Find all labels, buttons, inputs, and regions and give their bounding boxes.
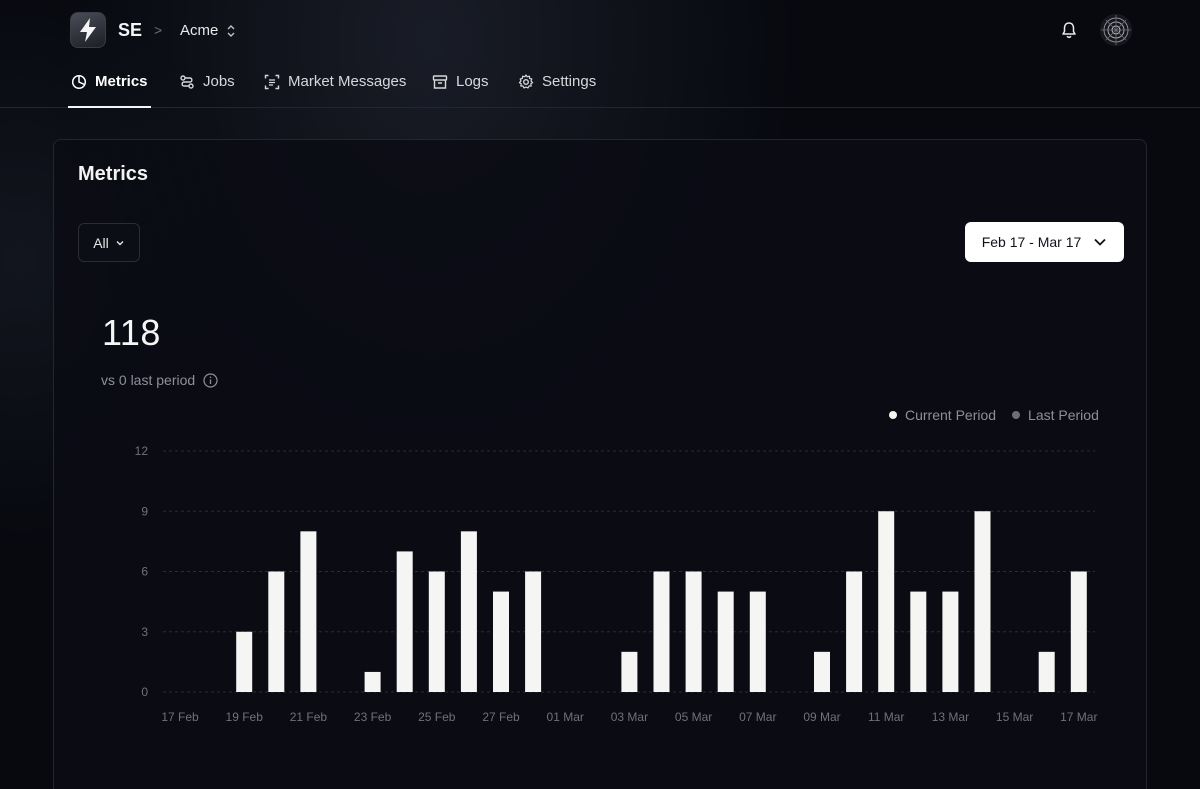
bar-current: [717, 591, 734, 692]
x-tick-label: 03 Mar: [611, 710, 648, 724]
y-tick-label: 12: [135, 444, 149, 458]
bar-current: [428, 571, 445, 692]
bar-current: [460, 531, 477, 692]
x-tick-label: 09 Mar: [803, 710, 840, 724]
bar-current: [268, 571, 285, 692]
bar-current: [749, 591, 766, 692]
bar-current: [653, 571, 670, 692]
bar-current: [942, 591, 959, 692]
bar-current: [1070, 571, 1087, 692]
y-tick-label: 9: [141, 504, 148, 518]
bar-current: [621, 651, 638, 692]
x-tick-label: 17 Mar: [1060, 710, 1097, 724]
x-tick-label: 21 Feb: [290, 710, 328, 724]
x-tick-label: 11 Mar: [868, 710, 904, 724]
x-tick-label: 25 Feb: [418, 710, 456, 724]
bar-current: [910, 591, 927, 692]
bar-current: [878, 511, 895, 692]
x-tick-label: 13 Mar: [932, 710, 969, 724]
x-tick-label: 17 Feb: [161, 710, 199, 724]
x-tick-label: 23 Feb: [354, 710, 392, 724]
x-tick-label: 15 Mar: [996, 710, 1033, 724]
bar-current: [846, 571, 863, 692]
bar-current: [525, 571, 542, 692]
x-tick-label: 01 Mar: [547, 710, 584, 724]
y-tick-label: 3: [141, 625, 148, 639]
bar-current: [364, 671, 381, 692]
bar-current: [300, 531, 317, 692]
y-tick-label: 6: [141, 565, 148, 579]
y-tick-label: 0: [141, 685, 148, 699]
bar-chart: 0 3 6 9 12 17 Feb 19 Feb 21 Feb 23 Feb 25 Feb 27 F…: [135, 444, 1098, 724]
x-tick-label: 27 Feb: [482, 710, 520, 724]
bar-current: [814, 651, 830, 692]
bar-current: [236, 631, 253, 692]
bar-current: [1038, 651, 1055, 692]
bar-current: [974, 511, 991, 692]
x-tick-label: 05 Mar: [675, 710, 712, 724]
bar-current: [396, 551, 413, 692]
bar-current: [493, 591, 509, 692]
x-tick-label: 19 Feb: [226, 710, 264, 724]
bar-current: [685, 571, 702, 692]
x-tick-label: 07 Mar: [739, 710, 776, 724]
